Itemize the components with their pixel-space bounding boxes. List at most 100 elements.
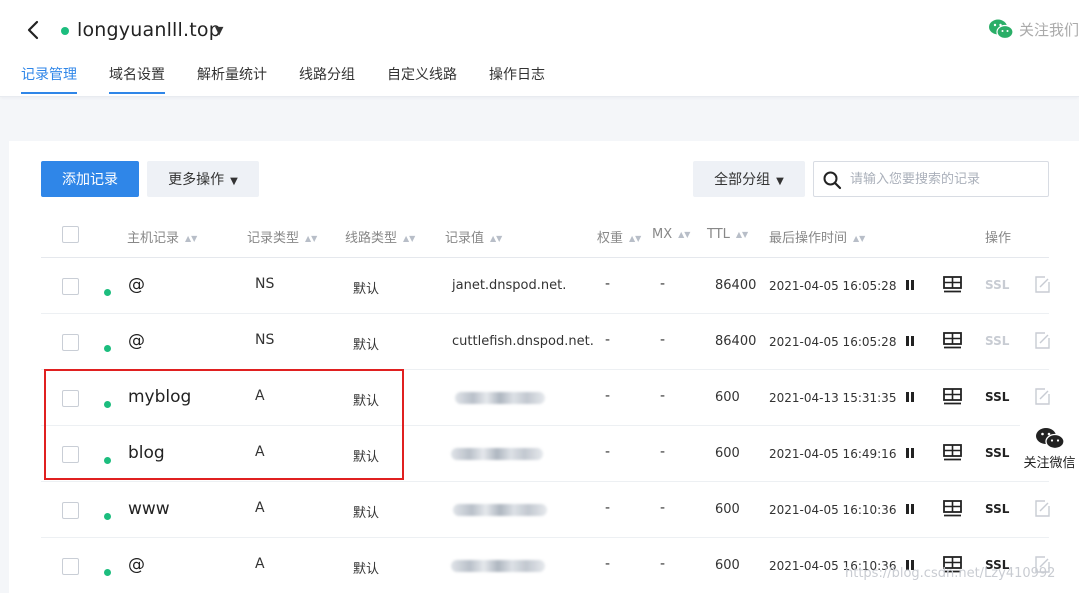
type-cell: NS <box>255 276 275 292</box>
search-input[interactable] <box>850 168 1040 190</box>
column-mx[interactable]: MX ▲▼ <box>652 227 690 242</box>
caret-down-icon: ▼ <box>230 176 238 187</box>
select-all-checkbox[interactable] <box>62 226 79 243</box>
follow-us-link[interactable]: 关注我们 <box>988 18 1079 40</box>
redacted-value <box>453 504 547 516</box>
table-row: @ NS 默认 janet.dnspod.net. - - 86400 2021… <box>41 258 1050 314</box>
remark-icon[interactable] <box>943 276 962 297</box>
ssl-button[interactable]: SSL <box>985 502 1009 516</box>
watermark: https://blog.csdn.net/Lzy410992 <box>845 566 1056 581</box>
weight-cell: - <box>605 388 611 404</box>
tab-operation-log[interactable]: 操作日志 <box>489 64 545 94</box>
wechat-icon <box>1035 428 1065 450</box>
follow-wechat-widget[interactable]: 关注微信 <box>1020 420 1079 480</box>
weight-cell: - <box>605 500 611 516</box>
caret-down-icon: ▼ <box>776 176 784 187</box>
sort-icon: ▲▼ <box>853 234 866 243</box>
table-row: blog A 默认 - - 600 2021-04-05 16:49:16 SS… <box>41 426 1050 482</box>
edit-icon[interactable] <box>1035 388 1050 409</box>
host-cell: www <box>128 499 170 519</box>
edit-icon[interactable] <box>1035 500 1050 521</box>
line-cell: 默认 <box>353 282 380 297</box>
column-type[interactable]: 记录类型 ▲▼ <box>247 227 317 246</box>
sort-icon: ▲▼ <box>629 234 642 243</box>
row-checkbox[interactable] <box>62 390 79 407</box>
domain-caret-down-icon[interactable]: ▼ <box>215 24 223 37</box>
mx-cell: - <box>660 444 666 460</box>
ttl-cell: 600 <box>715 502 740 517</box>
time-cell: 2021-04-13 15:31:35 <box>769 391 897 405</box>
mx-cell: - <box>660 332 666 348</box>
domain-header: longyuanlll.top ▼ 关注我们 记录管理 域名设置 解析量统计 线… <box>0 0 1079 97</box>
mx-cell: - <box>660 276 666 292</box>
record-search <box>813 161 1049 197</box>
host-cell: blog <box>128 443 165 463</box>
mx-cell: - <box>660 556 666 572</box>
remark-icon[interactable] <box>943 444 962 465</box>
add-record-button[interactable]: 添加记录 <box>41 161 139 197</box>
redacted-value <box>451 560 545 572</box>
ttl-cell: 600 <box>715 390 740 405</box>
ssl-button[interactable]: SSL <box>985 334 1009 348</box>
sort-icon: ▲▼ <box>305 234 318 243</box>
redacted-value <box>455 392 545 404</box>
ssl-button[interactable]: SSL <box>985 390 1009 404</box>
column-weight[interactable]: 权重 ▲▼ <box>597 227 641 246</box>
line-cell: 默认 <box>353 506 380 521</box>
redacted-value <box>451 448 543 460</box>
edit-icon[interactable] <box>1035 276 1050 297</box>
type-cell: A <box>255 388 265 404</box>
row-checkbox[interactable] <box>62 278 79 295</box>
weight-cell: - <box>605 444 611 460</box>
domain-status-dot <box>61 27 69 35</box>
sort-icon: ▲▼ <box>678 230 691 239</box>
pause-icon[interactable] <box>904 446 916 460</box>
host-cell: @ <box>128 275 145 295</box>
pause-icon[interactable] <box>904 334 916 348</box>
ssl-button[interactable]: SSL <box>985 278 1009 292</box>
all-groups-label: 全部分组 <box>714 172 771 188</box>
host-cell: @ <box>128 331 145 351</box>
ttl-cell: 86400 <box>715 334 757 349</box>
sort-icon: ▲▼ <box>185 234 198 243</box>
type-cell: A <box>255 444 265 460</box>
host-cell: myblog <box>128 387 192 407</box>
tab-domain-settings[interactable]: 域名设置 <box>109 64 165 94</box>
column-host[interactable]: 主机记录 ▲▼ <box>127 227 197 246</box>
row-checkbox[interactable] <box>62 502 79 519</box>
tab-line-groups[interactable]: 线路分组 <box>299 64 355 94</box>
remark-icon[interactable] <box>943 388 962 409</box>
status-dot <box>104 569 111 576</box>
more-actions-button[interactable]: 更多操作 ▼ <box>147 161 259 197</box>
all-groups-button[interactable]: 全部分组 ▼ <box>693 161 805 197</box>
tab-records[interactable]: 记录管理 <box>21 64 77 94</box>
edit-icon[interactable] <box>1035 332 1050 353</box>
pause-icon[interactable] <box>904 278 916 292</box>
sort-icon: ▲▼ <box>403 234 416 243</box>
back-arrow-icon[interactable] <box>22 18 46 42</box>
column-last-modified[interactable]: 最后操作时间 ▲▼ <box>769 227 865 246</box>
pause-icon[interactable] <box>904 502 916 516</box>
ttl-cell: 86400 <box>715 278 757 293</box>
pause-icon[interactable] <box>904 390 916 404</box>
row-checkbox[interactable] <box>62 334 79 351</box>
follow-wechat-label: 关注微信 <box>1023 456 1076 471</box>
column-ttl[interactable]: TTL ▲▼ <box>707 227 748 242</box>
tab-custom-lines[interactable]: 自定义线路 <box>387 64 457 94</box>
weight-cell: - <box>605 332 611 348</box>
time-cell: 2021-04-05 16:05:28 <box>769 279 897 293</box>
host-cell: @ <box>128 555 145 575</box>
status-dot <box>104 345 111 352</box>
column-value[interactable]: 记录值 ▲▼ <box>445 227 502 246</box>
tab-bar: 记录管理 域名设置 解析量统计 线路分组 自定义线路 操作日志 <box>21 64 577 94</box>
remark-icon[interactable] <box>943 500 962 521</box>
ssl-button[interactable]: SSL <box>985 446 1009 460</box>
time-cell: 2021-04-05 16:49:16 <box>769 447 897 461</box>
column-line[interactable]: 线路类型 ▲▼ <box>345 227 415 246</box>
row-checkbox[interactable] <box>62 558 79 575</box>
remark-icon[interactable] <box>943 332 962 353</box>
weight-cell: - <box>605 276 611 292</box>
row-checkbox[interactable] <box>62 446 79 463</box>
type-cell: A <box>255 500 265 516</box>
tab-resolution-stats[interactable]: 解析量统计 <box>197 64 267 94</box>
